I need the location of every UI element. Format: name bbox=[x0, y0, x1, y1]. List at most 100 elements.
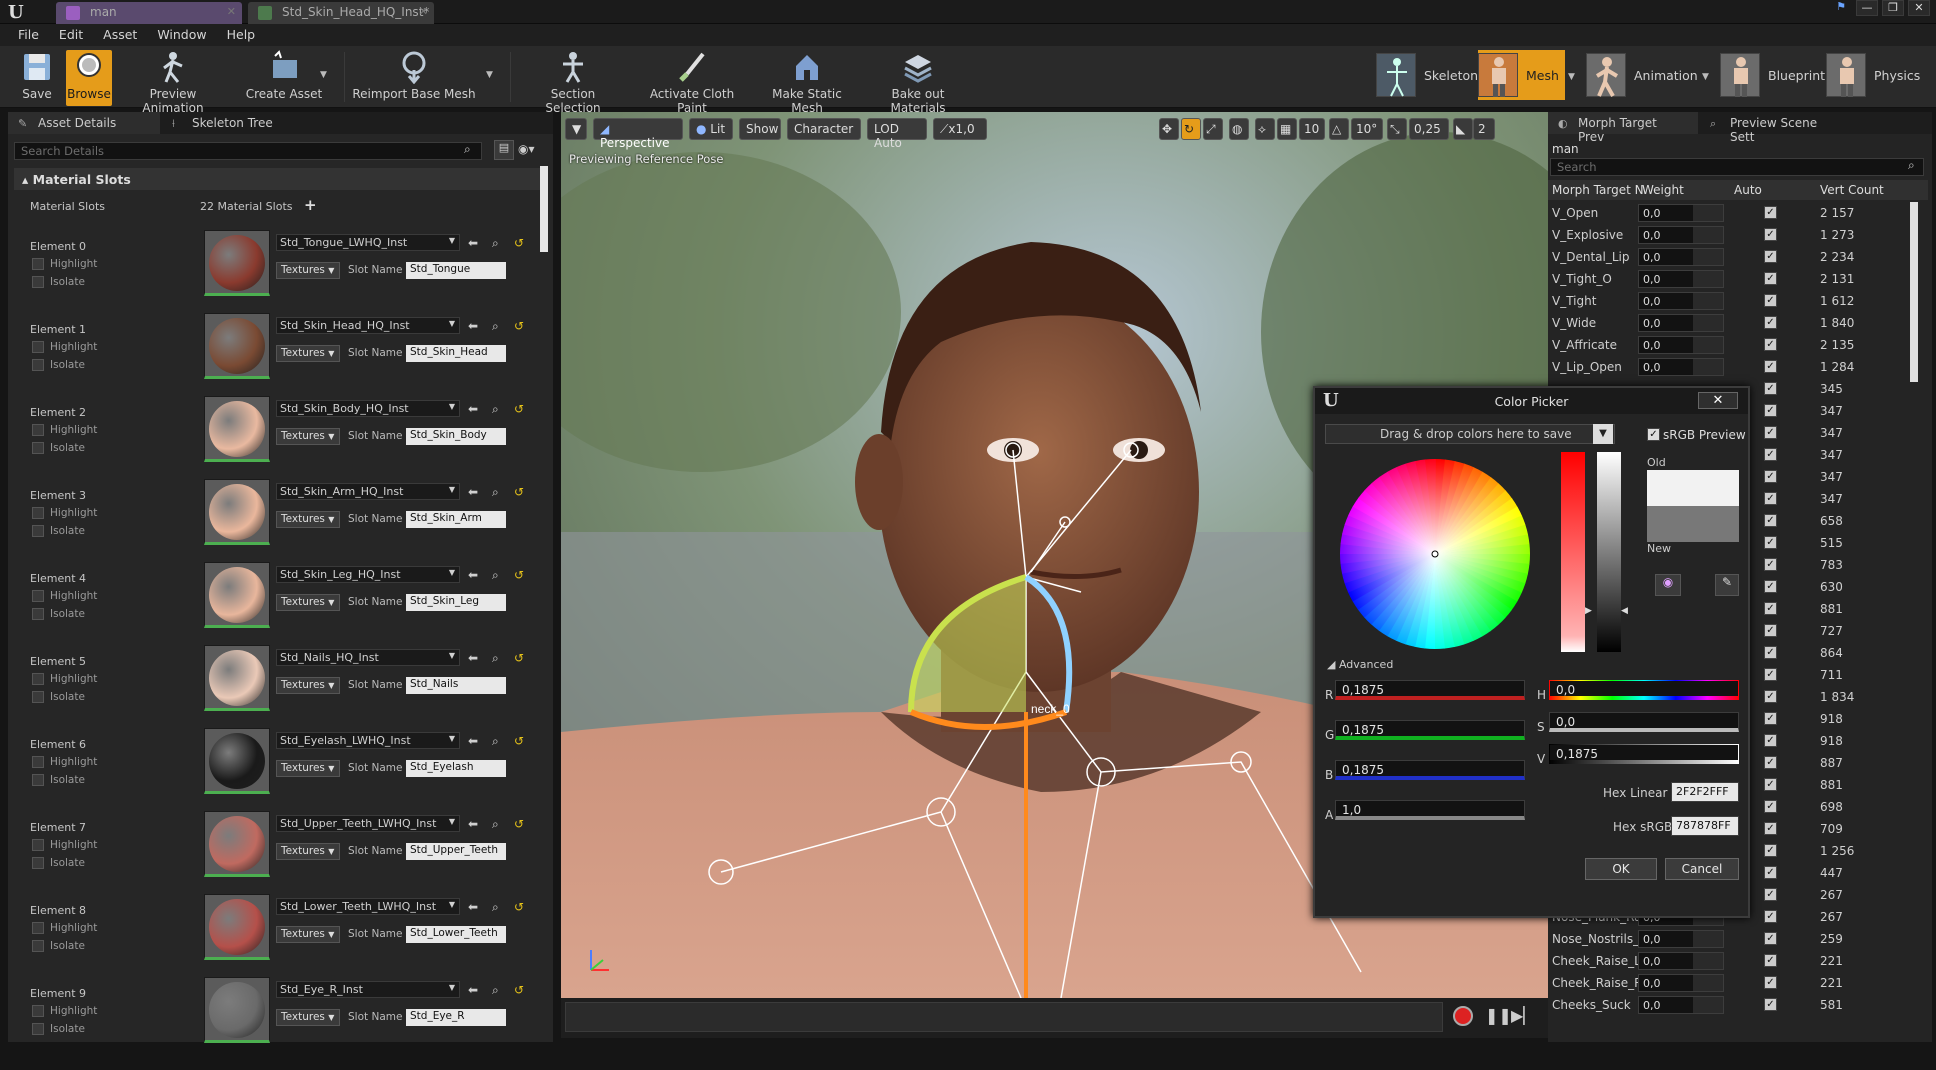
rotation-snap-icon[interactable]: △ bbox=[1329, 118, 1349, 140]
highlight-checkbox[interactable] bbox=[32, 673, 44, 685]
section-selection-button[interactable]: Section Selection bbox=[522, 50, 624, 115]
slot-name-field[interactable]: Std_Upper_Teeth bbox=[406, 843, 506, 860]
activate-cloth-paint-button[interactable]: Activate Cloth Paint bbox=[634, 50, 750, 115]
material-thumbnail[interactable] bbox=[204, 811, 270, 877]
weight-slider-handle[interactable] bbox=[1693, 227, 1723, 243]
slot-name-field[interactable]: Std_Skin_Head bbox=[406, 345, 506, 362]
reset-arrow-icon[interactable]: ↺ bbox=[514, 900, 524, 914]
h-field[interactable]: 0,0 bbox=[1549, 680, 1739, 700]
auto-checkbox[interactable]: ✓ bbox=[1764, 470, 1777, 483]
playback-speed-button[interactable]: ⟋x1,0 bbox=[933, 118, 987, 140]
textures-dropdown[interactable]: Textures ▼ bbox=[276, 345, 340, 362]
browse-search-icon[interactable]: ⌕ bbox=[492, 651, 499, 666]
grid-snap-icon[interactable]: ▦ bbox=[1277, 118, 1297, 140]
saturation-slider[interactable] bbox=[1561, 452, 1585, 652]
weight-field[interactable]: 0,0 bbox=[1638, 358, 1724, 376]
highlight-checkbox[interactable] bbox=[32, 1005, 44, 1017]
use-selected-arrow-icon[interactable]: ⬅ bbox=[468, 817, 478, 831]
hex-linear-field[interactable]: 2F2F2FFF bbox=[1671, 782, 1739, 802]
browse-search-icon[interactable]: ⌕ bbox=[492, 236, 499, 251]
v-field[interactable]: 0,1875 bbox=[1549, 744, 1739, 764]
weight-field[interactable]: 0,0 bbox=[1638, 314, 1724, 332]
weight-slider-handle[interactable] bbox=[1693, 293, 1723, 309]
auto-checkbox[interactable]: ✓ bbox=[1764, 382, 1777, 395]
weight-field[interactable]: 0,0 bbox=[1638, 952, 1724, 970]
eyedropper-icon[interactable]: ✎ bbox=[1715, 574, 1739, 596]
auto-checkbox[interactable]: ✓ bbox=[1764, 580, 1777, 593]
surface-snap-icon[interactable]: ⟡ bbox=[1255, 118, 1275, 140]
material-thumbnail[interactable] bbox=[204, 396, 270, 462]
textures-dropdown[interactable]: Textures ▼ bbox=[276, 677, 340, 694]
close-tab-icon[interactable]: ✕ bbox=[227, 5, 236, 18]
menu-window[interactable]: Window bbox=[147, 24, 216, 46]
slot-name-field[interactable]: Std_Skin_Body bbox=[406, 428, 506, 445]
minimize-button[interactable]: — bbox=[1856, 0, 1878, 16]
s-field[interactable]: 0,0 bbox=[1549, 712, 1739, 732]
auto-checkbox[interactable]: ✓ bbox=[1764, 976, 1777, 989]
highlight-checkbox[interactable] bbox=[32, 590, 44, 602]
weight-slider-handle[interactable] bbox=[1693, 205, 1723, 221]
tab-material-instance[interactable]: Std_Skin_Head_HQ_Inst* ✕ bbox=[248, 2, 434, 24]
weight-slider-handle[interactable] bbox=[1693, 337, 1723, 353]
mode-blueprint[interactable]: Blueprint bbox=[1720, 50, 1825, 100]
isolate-checkbox[interactable] bbox=[32, 691, 44, 703]
color-swatch-bar[interactable]: Drag & drop colors here to save bbox=[1325, 424, 1615, 444]
use-selected-arrow-icon[interactable]: ⬅ bbox=[468, 734, 478, 748]
material-picker[interactable]: Std_Skin_Body_HQ_Inst ▼ bbox=[276, 400, 460, 417]
ok-button[interactable]: OK bbox=[1585, 858, 1657, 880]
auto-checkbox[interactable]: ✓ bbox=[1764, 822, 1777, 835]
reset-arrow-icon[interactable]: ↺ bbox=[514, 236, 524, 250]
weight-field[interactable]: 0,0 bbox=[1638, 930, 1724, 948]
auto-checkbox[interactable]: ✓ bbox=[1764, 646, 1777, 659]
auto-checkbox[interactable]: ✓ bbox=[1764, 228, 1777, 241]
auto-checkbox[interactable]: ✓ bbox=[1764, 712, 1777, 725]
auto-checkbox[interactable]: ✓ bbox=[1764, 514, 1777, 527]
mode-animation[interactable]: Animation bbox=[1586, 50, 1698, 100]
weight-slider-handle[interactable] bbox=[1693, 315, 1723, 331]
auto-checkbox[interactable]: ✓ bbox=[1764, 624, 1777, 637]
auto-checkbox[interactable]: ✓ bbox=[1764, 448, 1777, 461]
use-selected-arrow-icon[interactable]: ⬅ bbox=[468, 485, 478, 499]
reset-arrow-icon[interactable]: ↺ bbox=[514, 983, 524, 997]
auto-checkbox[interactable]: ✓ bbox=[1764, 602, 1777, 615]
material-thumbnail[interactable] bbox=[204, 894, 270, 960]
material-thumbnail[interactable] bbox=[204, 562, 270, 628]
create-asset-button[interactable]: Create Asset bbox=[240, 50, 328, 106]
material-picker[interactable]: Std_Lower_Teeth_LWHQ_Inst ▼ bbox=[276, 898, 460, 915]
menu-asset[interactable]: Asset bbox=[93, 24, 147, 46]
isolate-checkbox[interactable] bbox=[32, 525, 44, 537]
reset-arrow-icon[interactable]: ↺ bbox=[514, 402, 524, 416]
material-picker[interactable]: Std_Skin_Head_HQ_Inst ▼ bbox=[276, 317, 460, 334]
auto-checkbox[interactable]: ✓ bbox=[1764, 404, 1777, 417]
browse-search-icon[interactable]: ⌕ bbox=[492, 817, 499, 832]
weight-field[interactable]: 0,0 bbox=[1638, 336, 1724, 354]
material-picker[interactable]: Std_Eye_R_Inst ▼ bbox=[276, 981, 460, 998]
col-vert-count[interactable]: Vert Count bbox=[1820, 183, 1884, 197]
dialog-title-bar[interactable]: U Color Picker bbox=[1315, 388, 1748, 414]
textures-dropdown[interactable]: Textures ▼ bbox=[276, 843, 340, 860]
browse-button[interactable]: Browse bbox=[66, 50, 112, 106]
material-thumbnail[interactable] bbox=[204, 313, 270, 379]
tab-man[interactable]: man ✕ bbox=[56, 2, 242, 24]
a-field[interactable]: 1,0 bbox=[1335, 800, 1525, 820]
world-space-icon[interactable]: ◍ bbox=[1229, 118, 1249, 140]
slot-name-field[interactable]: Std_Lower_Teeth bbox=[406, 926, 506, 943]
material-picker[interactable]: Std_Tongue_LWHQ_Inst ▼ bbox=[276, 234, 460, 251]
perspective-button[interactable]: ◢ Perspective bbox=[593, 118, 683, 150]
r-field[interactable]: 0,1875 bbox=[1335, 680, 1525, 700]
lod-button[interactable]: LOD Auto bbox=[867, 118, 927, 150]
textures-dropdown[interactable]: Textures ▼ bbox=[276, 511, 340, 528]
weight-slider-handle[interactable] bbox=[1693, 249, 1723, 265]
menu-file[interactable]: File bbox=[8, 24, 49, 46]
highlight-checkbox[interactable] bbox=[32, 756, 44, 768]
slot-name-field[interactable]: Std_Tongue bbox=[406, 262, 506, 279]
save-button[interactable]: Save bbox=[10, 50, 64, 106]
mode-skeleton[interactable]: Skeleton bbox=[1376, 50, 1478, 100]
highlight-checkbox[interactable] bbox=[32, 839, 44, 851]
chevron-down-icon[interactable]: ▼ bbox=[1702, 72, 1709, 82]
highlight-checkbox[interactable] bbox=[32, 341, 44, 353]
use-selected-arrow-icon[interactable]: ⬅ bbox=[468, 651, 478, 665]
isolate-checkbox[interactable] bbox=[32, 1023, 44, 1035]
browse-search-icon[interactable]: ⌕ bbox=[492, 319, 499, 334]
browse-search-icon[interactable]: ⌕ bbox=[492, 568, 499, 583]
